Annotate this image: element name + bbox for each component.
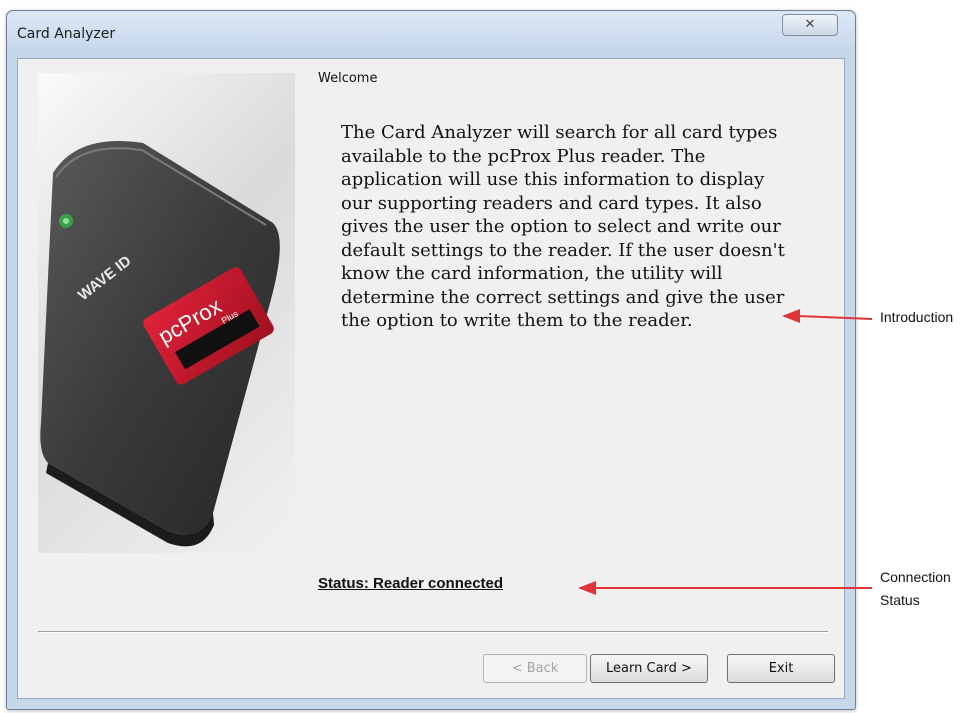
back-button[interactable]: < Back xyxy=(483,654,587,683)
exit-button[interactable]: Exit xyxy=(727,654,835,683)
close-icon: ✕ xyxy=(804,17,816,32)
connection-status-annotation: Connection Status xyxy=(880,569,951,608)
wizard-panel: WAVE ID pcProx Plus Welcome The Card Ana… xyxy=(17,58,845,699)
close-button[interactable]: ✕ xyxy=(782,14,838,36)
title-bar[interactable]: Card Analyzer ✕ xyxy=(7,11,855,53)
window-title: Card Analyzer xyxy=(17,26,116,42)
introduction-text: The Card Analyzer will search for all ca… xyxy=(341,122,785,331)
reader-product-image: WAVE ID pcProx Plus xyxy=(38,73,295,553)
welcome-heading: Welcome xyxy=(318,71,378,86)
card-analyzer-window: Card Analyzer ✕ WAVE ID pcProx Plus Welc… xyxy=(6,10,856,710)
learn-card-button[interactable]: Learn Card > xyxy=(590,654,708,683)
connection-status-text: Status: Reader connected xyxy=(318,575,504,592)
reader-image-graphic: WAVE ID pcProx Plus xyxy=(40,141,280,547)
introduction-annotation: Introduction xyxy=(880,309,954,325)
button-divider xyxy=(38,631,828,633)
